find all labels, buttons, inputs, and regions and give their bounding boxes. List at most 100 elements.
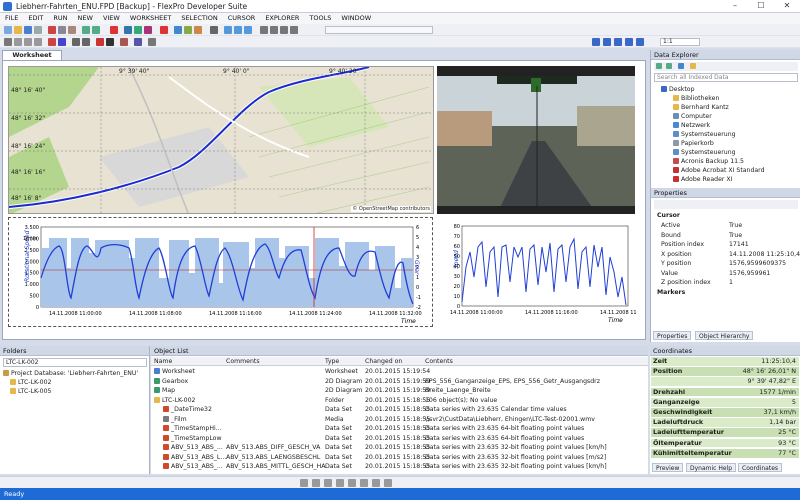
tool-icon[interactable]	[372, 479, 380, 487]
menu-new[interactable]: NEW	[73, 13, 98, 24]
copy-icon[interactable]	[58, 26, 66, 34]
save-icon[interactable]	[24, 26, 32, 34]
table-row[interactable]: _DateTime32 Data Set 20.01.2015 15:18:55 Da…	[151, 405, 648, 414]
menu-selection[interactable]: SELECTION	[176, 13, 222, 24]
tool-icon[interactable]	[312, 479, 320, 487]
table-row[interactable]: Gearbox 2D Diagram 20.01.2015 15:19:59 EPS_…	[151, 377, 648, 386]
cut-icon[interactable]	[48, 26, 56, 34]
cascade-icon[interactable]	[244, 26, 252, 34]
property-row[interactable]: Active True	[661, 221, 799, 230]
tool-icon[interactable]	[348, 479, 356, 487]
column-type[interactable]: Type	[325, 357, 339, 366]
rect-icon[interactable]	[34, 38, 42, 46]
tree-item[interactable]: Computer	[673, 112, 712, 121]
print-icon[interactable]	[34, 26, 42, 34]
back-icon[interactable]	[656, 63, 662, 69]
bold-icon[interactable]	[72, 38, 80, 46]
table-icon[interactable]	[134, 26, 142, 34]
gearbox-chart[interactable]: Rotational Speed Gear Time 3.500 3.000 2.5…	[8, 217, 433, 327]
fill-icon[interactable]	[58, 38, 66, 46]
menu-run[interactable]: RUN	[48, 13, 72, 24]
refresh-icon[interactable]	[678, 63, 684, 69]
text-icon[interactable]	[14, 38, 22, 46]
property-row[interactable]: Value 1576,959961	[661, 269, 799, 278]
tree-item[interactable]: Adobe Reader XI	[673, 175, 732, 184]
table-row[interactable]: ABV_513_ABS_... ABV_513.ABS_DIFF_GESCH_VA…	[151, 443, 648, 452]
tab-preview[interactable]: Preview	[652, 463, 684, 472]
tool-icon[interactable]	[300, 479, 308, 487]
tab-worksheet[interactable]: Worksheet	[2, 50, 62, 60]
link-icon[interactable]	[174, 26, 182, 34]
zoom-select[interactable]: 1:1	[660, 38, 700, 46]
first-icon[interactable]	[592, 38, 600, 46]
property-row[interactable]: Bound True	[661, 231, 799, 240]
tree-item[interactable]: Bibliotheken	[673, 94, 719, 103]
tree-item[interactable]: Netzwerk	[673, 121, 710, 130]
folder-icon[interactable]	[690, 63, 696, 69]
cursor-icon[interactable]	[96, 38, 104, 46]
properties-section-cursor[interactable]: Cursor	[657, 211, 680, 220]
run-icon[interactable]	[110, 26, 118, 34]
menu-cursor[interactable]: CURSOR	[223, 13, 261, 24]
property-row[interactable]: Z position index 1	[661, 278, 799, 287]
speed-chart[interactable]: Speed Time 80 70 60 50 40 30 20 10 0 14.11.2008 1…	[440, 217, 636, 327]
tree-item[interactable]: Bernhard Kantz	[673, 103, 729, 112]
new-icon[interactable]	[4, 26, 12, 34]
tree-item-ltc-lk-005[interactable]: LTC-LK-005	[10, 387, 51, 396]
paste-icon[interactable]	[68, 26, 76, 34]
redo-icon[interactable]	[92, 26, 100, 34]
next-icon[interactable]	[625, 38, 633, 46]
line-icon[interactable]	[24, 38, 32, 46]
menu-edit[interactable]: EDIT	[23, 13, 48, 24]
align-icon[interactable]	[270, 26, 278, 34]
formula-fx-icon[interactable]	[106, 38, 114, 46]
map-view[interactable]: 9° 39' 40" 9° 40' 0" 9° 40' 20" 48° 16' …	[8, 66, 434, 214]
italic-icon[interactable]	[82, 38, 90, 46]
export-icon[interactable]	[194, 26, 202, 34]
table-row[interactable]: _TimeStampHi... Data Set 20.01.2015 15:18:…	[151, 424, 648, 433]
table-row[interactable]: _TimeStampLow Data Set 20.01.2015 15:18:55…	[151, 434, 648, 443]
tab-object-hierarchy[interactable]: Object Hierarchy	[695, 331, 754, 340]
column-name[interactable]: Name	[154, 357, 172, 366]
table-row[interactable]: ABV_513_ABS_... ABV_513.ABS_MITTL_GESCH_H…	[151, 462, 648, 471]
order-icon[interactable]	[290, 26, 298, 34]
marker-icon[interactable]	[120, 38, 128, 46]
properties-section-markers[interactable]: Markers	[657, 288, 685, 297]
table-row[interactable]: LTC-LK-002 Folder 20.01.2015 15:18:55 106 o…	[151, 396, 648, 405]
tab-properties[interactable]: Properties	[653, 331, 692, 340]
tool-icon[interactable]	[360, 479, 368, 487]
tree-item[interactable]: Desktop	[661, 85, 695, 94]
tree-item-project-database[interactable]: Project Database: 'Liebherr-Fahrten_ENU'	[3, 369, 138, 378]
print-preview-icon[interactable]	[210, 26, 218, 34]
menu-view[interactable]: VIEW	[98, 13, 125, 24]
axis-icon[interactable]	[134, 38, 142, 46]
menu-file[interactable]: FILE	[0, 13, 23, 24]
delete-icon[interactable]	[160, 26, 168, 34]
undo-icon[interactable]	[82, 26, 90, 34]
forward-icon[interactable]	[666, 63, 672, 69]
tile-icon[interactable]	[234, 26, 242, 34]
tool-icon[interactable]	[324, 479, 332, 487]
grid-icon[interactable]	[260, 26, 268, 34]
close-button[interactable]: ✕	[774, 0, 800, 12]
menu-explorer[interactable]: EXPLORER	[260, 13, 304, 24]
import-icon[interactable]	[184, 26, 192, 34]
tab-coordinates[interactable]: Coordinates	[738, 463, 783, 472]
search-input[interactable]: Search all Indexed Data	[654, 73, 798, 82]
table-row[interactable]: ABV_513_ABS_L... ABV_513.ABS_LAENGSBESCHL…	[151, 453, 648, 462]
table-row[interactable]: Worksheet Worksheet 20.01.2015 15:19:54	[151, 367, 648, 376]
menu-tools[interactable]: TOOLS	[304, 13, 336, 24]
pointer-icon[interactable]	[4, 38, 12, 46]
window-icon[interactable]	[224, 26, 232, 34]
chart-icon[interactable]	[124, 26, 132, 34]
column-contents[interactable]: Contents	[425, 357, 453, 366]
property-row[interactable]: Y position 1576,9599609375	[661, 259, 799, 268]
maximize-button[interactable]: ☐	[748, 0, 774, 12]
tab-dynamic-help[interactable]: Dynamic Help	[686, 463, 737, 472]
formula-icon[interactable]	[144, 26, 152, 34]
tree-item[interactable]: Systemsteuerung	[673, 130, 736, 139]
open-icon[interactable]	[14, 26, 22, 34]
column-changed-on[interactable]: Changed on	[365, 357, 402, 366]
menu-worksheet[interactable]: WORKSHEET	[125, 13, 177, 24]
tool-icon[interactable]	[384, 479, 392, 487]
